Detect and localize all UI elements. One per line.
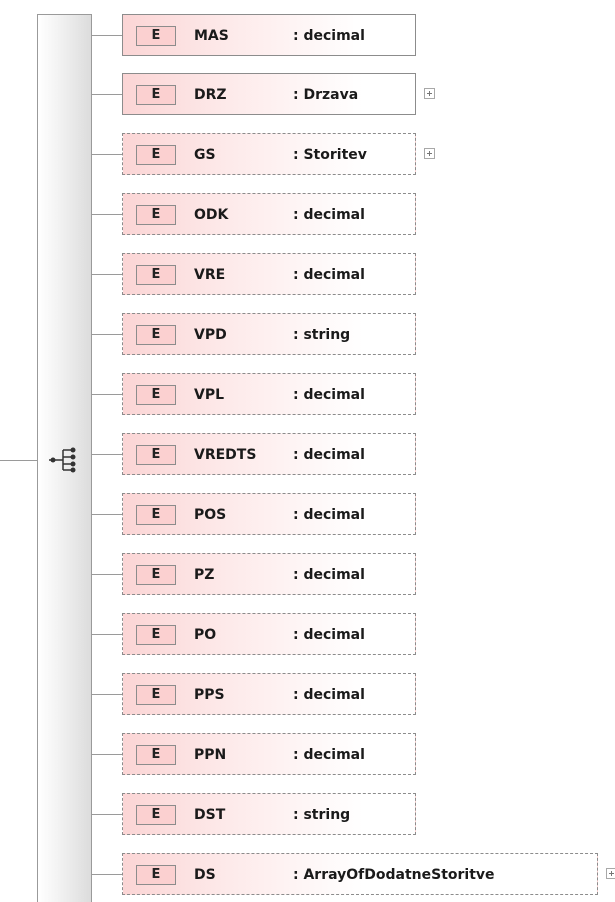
element-name: POS — [194, 507, 227, 523]
element-name: DST — [194, 807, 226, 823]
element-type: : decimal — [293, 507, 365, 523]
element-box-pz[interactable]: E PZ : decimal — [122, 553, 416, 595]
element-type: : string — [293, 807, 351, 823]
element-type: : decimal — [293, 207, 365, 223]
element-type: : string — [293, 327, 351, 343]
connector-line — [92, 94, 122, 95]
element-name: VRE — [194, 267, 226, 283]
element-badge: E — [136, 565, 176, 585]
connector-line — [92, 274, 122, 275]
element-box-ds[interactable]: E DS : ArrayOfDodatneStoritve — [122, 853, 598, 895]
connector-line — [92, 454, 122, 455]
connector-line — [92, 394, 122, 395]
element-badge: E — [136, 805, 176, 825]
element-badge: E — [136, 685, 176, 705]
connector-line — [92, 154, 122, 155]
element-tree: E MAS : decimal E DRZ : Drzava E GS : Storitev E O… — [0, 0, 615, 902]
element-type: : decimal — [293, 567, 365, 583]
element-badge: E — [136, 85, 176, 105]
connector-line — [92, 334, 122, 335]
element-box-po[interactable]: E PO : decimal — [122, 613, 416, 655]
element-box-odk[interactable]: E ODK : decimal — [122, 193, 416, 235]
element-box-vredts[interactable]: E VREDTS : decimal — [122, 433, 416, 475]
element-name: VREDTS — [194, 447, 257, 463]
element-type: : decimal — [293, 447, 365, 463]
element-name: PO — [194, 627, 217, 643]
element-name: MAS — [194, 28, 229, 44]
element-badge: E — [136, 865, 176, 885]
element-type: : Drzava — [293, 87, 359, 103]
connector-line — [92, 874, 122, 875]
element-name: DRZ — [194, 87, 227, 103]
element-name: PPS — [194, 687, 225, 703]
element-type: : ArrayOfDodatneStoritve — [293, 867, 495, 883]
plus-expand-icon[interactable] — [424, 148, 435, 159]
connector-line — [92, 814, 122, 815]
element-type: : decimal — [293, 267, 365, 283]
element-name: PZ — [194, 567, 215, 583]
element-type: : decimal — [293, 28, 365, 44]
element-box-gs[interactable]: E GS : Storitev — [122, 133, 416, 175]
element-box-drz[interactable]: E DRZ : Drzava — [122, 73, 416, 115]
element-badge: E — [136, 265, 176, 285]
element-badge: E — [136, 26, 176, 46]
element-box-dst[interactable]: E DST : string — [122, 793, 416, 835]
element-box-vpl[interactable]: E VPL : decimal — [122, 373, 416, 415]
element-box-vpd[interactable]: E VPD : string — [122, 313, 416, 355]
connector-line — [92, 214, 122, 215]
connector-line — [92, 514, 122, 515]
element-badge: E — [136, 745, 176, 765]
element-badge: E — [136, 385, 176, 405]
connector-line — [92, 754, 122, 755]
plus-expand-icon[interactable] — [424, 88, 435, 99]
element-type: : decimal — [293, 627, 365, 643]
element-box-pos[interactable]: E POS : decimal — [122, 493, 416, 535]
plus-expand-icon[interactable] — [606, 868, 615, 879]
element-name: DS — [194, 867, 216, 883]
element-type: : decimal — [293, 387, 365, 403]
element-type: : Storitev — [293, 147, 367, 163]
element-badge: E — [136, 625, 176, 645]
element-badge: E — [136, 325, 176, 345]
element-type: : decimal — [293, 687, 365, 703]
connector-line — [92, 574, 122, 575]
connector-line — [92, 694, 122, 695]
element-badge: E — [136, 205, 176, 225]
element-badge: E — [136, 145, 176, 165]
element-box-ppn[interactable]: E PPN : decimal — [122, 733, 416, 775]
connector-line — [92, 35, 122, 36]
element-name: VPD — [194, 327, 227, 343]
element-name: GS — [194, 147, 216, 163]
element-name: PPN — [194, 747, 227, 763]
element-box-vre[interactable]: E VRE : decimal — [122, 253, 416, 295]
element-badge: E — [136, 445, 176, 465]
element-name: VPL — [194, 387, 225, 403]
element-box-mas[interactable]: E MAS : decimal — [122, 14, 416, 56]
element-type: : decimal — [293, 747, 365, 763]
element-badge: E — [136, 505, 176, 525]
connector-line — [92, 634, 122, 635]
element-name: ODK — [194, 207, 229, 223]
element-box-pps[interactable]: E PPS : decimal — [122, 673, 416, 715]
